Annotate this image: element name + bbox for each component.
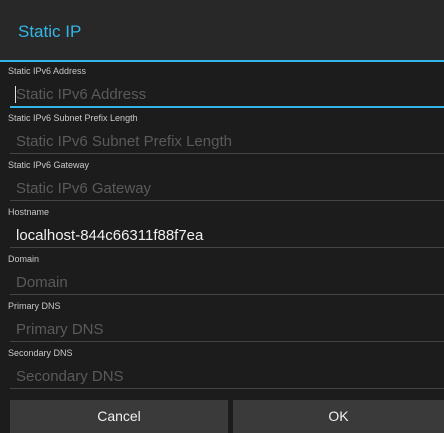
secondary-dns-label: Secondary DNS — [8, 348, 73, 358]
hostname-input[interactable] — [10, 223, 444, 247]
primary-dns-field: Primary DNS — [0, 297, 444, 345]
domain-field: Domain — [0, 250, 444, 298]
primary-dns-label: Primary DNS — [8, 301, 61, 311]
ipv6-address-label: Static IPv6 Address — [8, 66, 87, 76]
hostname-underline — [10, 247, 444, 248]
domain-underline — [10, 294, 444, 295]
dialog-title-bar: Static IP — [0, 0, 444, 60]
ok-button[interactable]: OK — [233, 400, 444, 433]
ipv6-gateway-input[interactable] — [10, 176, 444, 200]
ipv6-prefix-length-field: Static IPv6 Subnet Prefix Length — [0, 109, 444, 157]
static-ip-dialog: Static IP Static IPv6 Address Static IPv… — [0, 0, 444, 433]
ipv6-address-input[interactable] — [10, 82, 444, 106]
dialog-button-bar: Cancel OK — [0, 396, 444, 433]
ipv6-address-field: Static IPv6 Address — [0, 62, 444, 110]
domain-label: Domain — [8, 254, 40, 264]
ipv6-prefix-length-label: Static IPv6 Subnet Prefix Length — [8, 113, 138, 123]
primary-dns-input[interactable] — [10, 317, 444, 341]
ipv6-gateway-field: Static IPv6 Gateway — [0, 156, 444, 204]
dialog-title: Static IP — [18, 22, 82, 41]
ipv6-prefix-length-input[interactable] — [10, 129, 444, 153]
ipv6-prefix-length-underline — [10, 153, 444, 154]
hostname-label: Hostname — [8, 207, 50, 217]
cancel-button[interactable]: Cancel — [10, 400, 228, 433]
domain-input[interactable] — [10, 270, 444, 294]
secondary-dns-underline — [10, 388, 444, 389]
ipv6-gateway-underline — [10, 200, 444, 201]
ipv6-gateway-label: Static IPv6 Gateway — [8, 160, 90, 170]
primary-dns-underline — [10, 341, 444, 342]
ipv6-address-underline — [10, 106, 444, 108]
secondary-dns-input[interactable] — [10, 364, 444, 388]
secondary-dns-field: Secondary DNS — [0, 344, 444, 392]
hostname-field: Hostname — [0, 203, 444, 251]
